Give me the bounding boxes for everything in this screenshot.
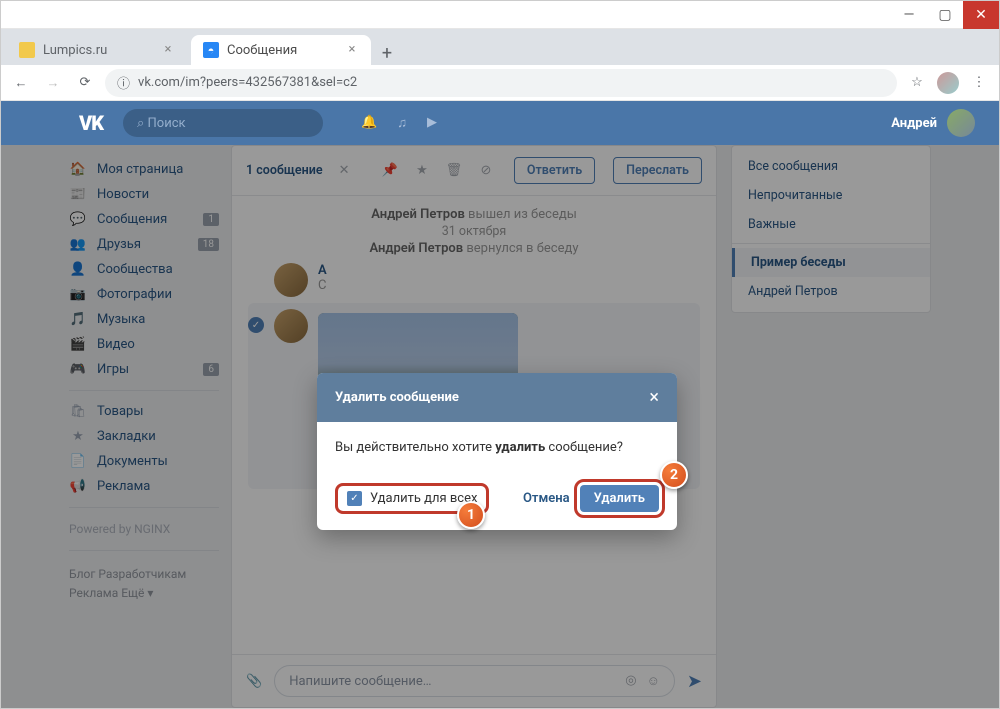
back-button[interactable]: ← <box>9 71 33 95</box>
checkbox-checked-icon: ✓ <box>347 491 362 506</box>
modal-header: Удалить сообщение × <box>317 373 677 422</box>
search-icon: ⌕ <box>137 116 148 131</box>
browser-tabs: Lumpics.ru × ◓ Сообщения × + <box>1 29 999 65</box>
vk-search-input[interactable]: ⌕ Поиск <box>123 109 323 137</box>
url-input[interactable]: ⓘ vk.com/im?peers=432567381&sel=c2 <box>105 69 897 97</box>
window-max-button[interactable]: ▢ <box>927 1 963 29</box>
notifications-icon[interactable]: 🔔 <box>361 115 377 131</box>
window-titlebar: — ▢ ✕ <box>1 1 999 29</box>
modal-title: Удалить сообщение <box>335 390 459 405</box>
forward-button[interactable]: → <box>41 71 65 95</box>
tab-title: Сообщения <box>227 43 297 58</box>
modal-footer: ✓ Удалить для всех Отмена Удалить <box>317 471 677 530</box>
menu-icon[interactable]: ⋮ <box>967 71 991 95</box>
modal-close-icon[interactable]: × <box>649 387 659 408</box>
window-min-button[interactable]: — <box>891 1 927 29</box>
new-tab-button[interactable]: + <box>375 41 399 65</box>
annotation-1: 1 <box>457 501 485 529</box>
favicon-lumpics <box>19 42 35 58</box>
tab-vk-messages[interactable]: ◓ Сообщения × <box>191 35 371 65</box>
video-icon[interactable]: ▶ <box>427 115 437 131</box>
delete-button[interactable]: Удалить <box>580 485 659 512</box>
tab-title: Lumpics.ru <box>43 43 107 58</box>
star-icon[interactable]: ☆ <box>905 71 929 95</box>
tab-lumpics[interactable]: Lumpics.ru × <box>7 35 187 65</box>
reload-button[interactable]: ⟳ <box>73 71 97 95</box>
delete-modal: Удалить сообщение × Вы действительно хот… <box>317 373 677 530</box>
close-tab-icon[interactable]: × <box>345 43 359 57</box>
modal-body: Вы действительно хотите удалить сообщени… <box>317 422 677 471</box>
search-placeholder: Поиск <box>148 116 186 131</box>
vk-header: VK ⌕ Поиск 🔔 ♫ ▶ Андрей <box>1 101 999 145</box>
cancel-button[interactable]: Отмена <box>523 491 570 506</box>
url-text: vk.com/im?peers=432567381&sel=c2 <box>138 75 357 90</box>
favicon-vk: ◓ <box>203 42 219 58</box>
window-close-button[interactable]: ✕ <box>963 1 999 29</box>
site-info-icon[interactable]: ⓘ <box>117 73 130 92</box>
vk-logo[interactable]: VK <box>79 111 103 135</box>
close-tab-icon[interactable]: × <box>161 43 175 57</box>
address-bar: ← → ⟳ ⓘ vk.com/im?peers=432567381&sel=c2… <box>1 65 999 101</box>
profile-avatar-icon[interactable] <box>937 72 959 94</box>
annotation-2: 2 <box>660 461 688 489</box>
avatar-icon <box>947 109 975 137</box>
vk-user-name: Андрей <box>891 116 937 131</box>
vk-user-menu[interactable]: Андрей <box>891 109 975 137</box>
music-icon[interactable]: ♫ <box>397 115 407 131</box>
